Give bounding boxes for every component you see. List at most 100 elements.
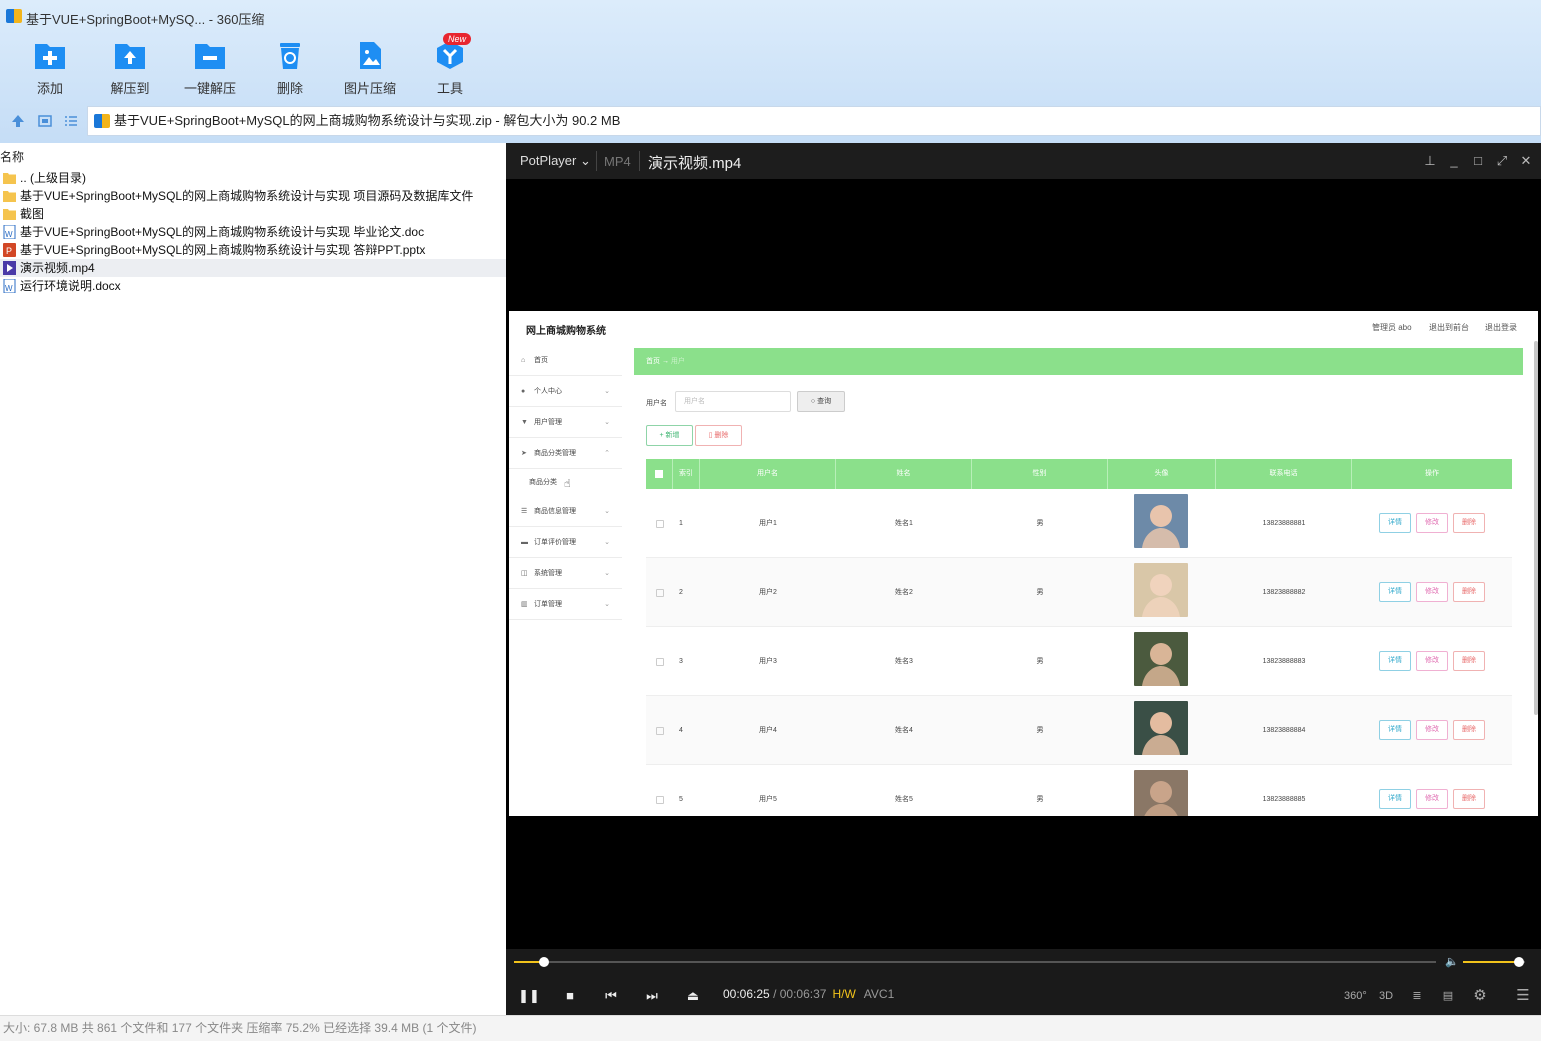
word-doc-icon: W	[3, 279, 16, 293]
image-compress-button[interactable]: 图片压缩	[330, 38, 410, 98]
fullscreen-icon[interactable]: ⤢	[1495, 154, 1509, 168]
hw-indicator[interactable]: H/W	[832, 987, 855, 1001]
time-separator: /	[773, 987, 777, 1001]
row-delete-button: 删除	[1453, 720, 1485, 740]
tools-button[interactable]: 工具	[410, 38, 490, 98]
volume-icon[interactable]: 🔈	[1445, 955, 1459, 968]
list-view-icon[interactable]	[63, 113, 79, 129]
submenu-label: 商品分类	[529, 479, 557, 486]
volume-bar[interactable]	[1463, 957, 1525, 967]
users-icon: ▼	[521, 419, 528, 426]
file-row-selected[interactable]: 演示视频.mp4	[0, 259, 506, 277]
stop-icon[interactable]: ■	[559, 985, 581, 1007]
system-icon: ◫	[521, 570, 528, 577]
thumbnail-view-icon[interactable]	[37, 113, 53, 129]
col-phone: 联系电话	[1216, 459, 1352, 489]
file-row[interactable]: P 基于VUE+SpringBoot+MySQL的网上商城购物系统设计与实现 答…	[0, 241, 506, 259]
codec-indicator[interactable]: AVC1	[864, 987, 894, 1001]
cell-name: 姓名2	[895, 589, 913, 596]
potplayer-window: PotPlayer ⌄ MP4 演示视频.mp4 ⊥ _ □ ⤢ ✕ 网上商城购…	[506, 143, 1541, 1015]
edit-button: 修改	[1416, 720, 1448, 740]
add-button[interactable]: 添加	[10, 38, 90, 98]
eject-icon[interactable]: ⏏	[682, 985, 704, 1007]
image-compress-label: 图片压缩	[343, 81, 396, 96]
detail-button: 详情	[1379, 513, 1411, 533]
cell-phone: 13823888881	[1262, 520, 1306, 527]
avatar	[1134, 770, 1188, 816]
cell-index: 1	[679, 520, 683, 527]
one-click-extract-button[interactable]: 一键解压	[170, 38, 250, 98]
menu-label: 订单管理	[534, 601, 562, 608]
file-row[interactable]: 截图	[0, 205, 506, 223]
seek-handle[interactable]	[539, 957, 549, 967]
webapp-breadcrumb: 首页 → 用户	[634, 348, 1523, 375]
query-button: ○ 查询	[797, 391, 845, 412]
cell-phone: 13823888885	[1262, 796, 1306, 803]
menu-label: 订单评价管理	[534, 539, 576, 546]
menu-personal: ● 个人中心 ⌄	[509, 376, 622, 407]
cell-gender: 男	[1036, 520, 1044, 527]
cell-name: 姓名4	[895, 727, 913, 734]
cell-name: 姓名1	[895, 520, 913, 527]
svg-text:W: W	[5, 284, 13, 293]
breadcrumb-home: 首页	[646, 358, 660, 365]
avatar	[1134, 701, 1188, 755]
menu-users: ▼ 用户管理 ⌄	[509, 407, 622, 438]
up-arrow-icon[interactable]	[10, 113, 26, 129]
next-icon[interactable]: ⏭	[641, 985, 663, 1007]
col-username: 用户名	[700, 459, 836, 489]
ppt-file-icon: P	[3, 243, 16, 257]
one-click-extract-icon	[195, 44, 225, 69]
file-row[interactable]: W 基于VUE+SpringBoot+MySQL的网上商城购物系统设计与实现 毕…	[0, 223, 506, 241]
pause-icon[interactable]: ❚❚	[518, 985, 540, 1007]
video-frame[interactable]: 网上商城购物系统 管理员 abo 退出到前台 退出登录 ⌂ 首页 ● 个人中心 ⌄ ▼…	[509, 311, 1538, 816]
seek-bar[interactable]	[514, 957, 1436, 967]
maximize-icon[interactable]: □	[1471, 154, 1485, 168]
breadcrumb-separator: →	[661, 358, 669, 365]
row-delete-button: 删除	[1453, 513, 1485, 533]
list-icon: ☰	[521, 508, 528, 515]
row-delete-button: 删除	[1453, 651, 1485, 671]
file-row[interactable]: .. (上级目录)	[0, 169, 506, 187]
vr-360-icon[interactable]: 360°	[1344, 985, 1367, 1007]
3d-icon[interactable]: 3D	[1375, 985, 1397, 1007]
player-controls: 🔈 ❚❚ ■ ⏮ ⏭ ⏏ 00:06:25 / 00:06:37 H/W AVC1 …	[506, 949, 1541, 1015]
app-icon	[6, 9, 22, 23]
cursor-hand-icon: ☝	[564, 478, 571, 490]
edit-button: 修改	[1416, 513, 1448, 533]
chevron-down-icon: ⌄	[604, 508, 610, 515]
subtitle-icon[interactable]: ▤	[1437, 985, 1459, 1007]
path-field[interactable]: 基于VUE+SpringBoot+MySQL的网上商城购物系统设计与实现.zip…	[87, 106, 1541, 136]
previous-icon[interactable]: ⏮	[600, 985, 622, 1007]
close-icon[interactable]: ✕	[1519, 154, 1533, 168]
divider	[639, 151, 640, 171]
file-row[interactable]: W 运行环境说明.docx	[0, 277, 506, 295]
folder-icon	[3, 173, 16, 184]
chart-icon: ▥	[521, 601, 528, 608]
menu-label: 商品分类管理	[534, 450, 576, 457]
admin-user-link: 管理员 abo	[1372, 323, 1412, 332]
minimize-icon[interactable]: _	[1447, 154, 1461, 168]
pin-icon[interactable]: ⊥	[1423, 154, 1437, 168]
file-row[interactable]: 基于VUE+SpringBoot+MySQL的网上商城购物系统设计与实现 项目源…	[0, 187, 506, 205]
player-menu-button[interactable]: PotPlayer ⌄	[520, 153, 591, 169]
extract-to-button[interactable]: 解压到	[90, 38, 170, 98]
home-icon: ⌂	[521, 357, 526, 364]
settings-gear-icon[interactable]: ⚙	[1469, 985, 1491, 1007]
delete-button[interactable]: 删除	[250, 38, 330, 98]
menu-icon[interactable]: ☰	[1512, 985, 1534, 1007]
chevron-down-icon: ⌄	[604, 570, 610, 577]
address-bar: 基于VUE+SpringBoot+MySQL的网上商城购物系统设计与实现.zip…	[0, 106, 1541, 136]
edit-button: 修改	[1416, 789, 1448, 809]
add-label: 添加	[36, 81, 63, 96]
batch-delete-button: ▯ 删除	[695, 425, 742, 446]
word-doc-icon: W	[3, 225, 16, 239]
playlist-search-icon[interactable]: ≣	[1406, 985, 1428, 1007]
menu-goods: ☰ 商品信息管理 ⌄	[509, 496, 622, 527]
volume-handle[interactable]	[1514, 957, 1524, 967]
new-badge: New	[443, 33, 472, 45]
row-checkbox	[656, 727, 664, 735]
search-input: 用户名	[675, 391, 791, 412]
column-header-name[interactable]: 名称	[0, 148, 24, 165]
cell-phone: 13823888884	[1262, 727, 1306, 734]
